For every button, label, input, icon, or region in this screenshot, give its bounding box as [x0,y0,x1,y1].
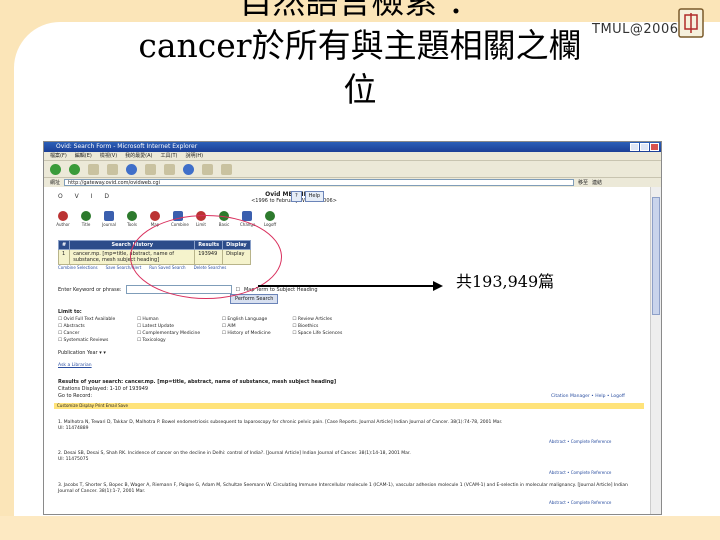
close-icon[interactable] [650,143,659,151]
limit-option[interactable]: Systematic Reviews [58,338,131,343]
menu-help[interactable]: 說明(H) [185,152,203,160]
go-button[interactable]: 移至 [578,178,588,187]
window-title: Ovid: Search Form - Microsoft Internet E… [56,143,198,150]
customize-display-bar[interactable]: Customize Display Print Email Save [54,403,644,409]
limit-option[interactable]: Review Articles [292,317,358,322]
slide-title-line-3: 位 [343,70,377,109]
ask-librarian-link[interactable]: Ask a Librarian [58,363,92,368]
go-to-record-label: Go to Record: [58,393,93,399]
combine-selections-button[interactable]: Combine Selections [58,265,98,270]
help-buttons: ? Help [291,191,325,202]
limit-options: Ovid Full Text Available Human English L… [58,317,358,343]
browser-window-screenshot: Ovid: Search Form - Microsoft Internet E… [43,141,662,515]
limit-title: Limit to: [58,309,82,315]
title-icon [81,211,91,221]
result-links[interactable]: Abstract • Complete Reference [549,500,611,505]
help-button[interactable]: Help [304,191,325,202]
menu-file[interactable]: 檔案(F) [50,152,67,160]
limit-option[interactable]: History of Medicine [222,331,286,336]
browser-menu-bar: 檔案(F) 編輯(E) 檢視(V) 我的最愛(A) 工具(T) 說明(H) [44,152,661,160]
back-icon[interactable] [50,163,61,175]
scrollbar-thumb[interactable] [652,197,660,315]
map-icon [150,211,160,221]
stop-icon[interactable] [88,163,99,175]
links-label[interactable]: 連結 [592,178,602,187]
maximize-icon[interactable] [640,143,649,151]
author-icon [58,211,68,221]
window-controls [630,143,659,151]
library-seal-icon [678,8,704,38]
publication-year-select[interactable]: ▾ ▾ [99,350,106,356]
print-icon[interactable] [221,163,232,175]
result-links[interactable]: Abstract • Complete Reference [549,470,611,475]
forward-icon[interactable] [69,163,80,175]
limit-option[interactable]: Human [137,317,216,322]
list-item[interactable]: 1. Malhotra N, Tewari D, Takkar D, Malho… [58,420,643,432]
ovid-logo: O V I D [58,193,114,200]
slide-title: 自然語言檢索 ： cancer於所有與主題相關之欄 位 [40,0,680,112]
slide-footer-band [0,516,720,540]
home-icon[interactable] [126,163,137,175]
window-title-bar: Ovid: Search Form - Microsoft Internet E… [44,142,661,152]
history-number: 1 [57,249,71,265]
publication-year-label: Publication Year [58,350,98,356]
results-header: Results of your search: cancer.mp. [mp=t… [58,379,337,385]
slide-title-line-2: cancer於所有與主題相關之欄 [138,26,582,65]
citation-manager-links[interactable]: Citation Manager • Help • Logoff [551,394,625,399]
history-icon[interactable] [183,163,194,175]
list-item[interactable]: 2. Desai SB, Desai S, Shah RK. Incidence… [58,451,643,463]
list-item[interactable]: 3. Jacobs T, Shorter S, Bopec B, Wager A… [58,483,643,495]
journal-tool[interactable]: Journal [102,211,116,227]
address-label: 網址 [50,180,61,186]
publication-year-row: Publication Year ▾ ▾ [58,350,106,356]
minimize-icon[interactable] [630,143,639,151]
limit-option[interactable]: Ovid Full Text Available [58,317,131,322]
limit-option[interactable]: Abstracts [58,324,131,329]
menu-edit[interactable]: 編輯(E) [75,152,92,160]
search-icon[interactable] [145,163,156,175]
refresh-icon[interactable] [107,163,118,175]
menu-tools[interactable]: 工具(T) [161,152,178,160]
result-citation[interactable]: 3. Jacobs T, Shorter S, Bopec B, Wager A… [58,483,643,495]
go-to-record: Go to Record: [58,393,92,399]
journal-icon [104,211,114,221]
tools-tool[interactable]: Tools [125,211,139,227]
limit-option[interactable]: Bioethics [292,324,358,329]
vertical-scrollbar[interactable] [650,187,661,514]
logoff-tool[interactable]: Logoff [263,211,277,227]
result-count-label: 共193,949篇 [456,272,555,291]
arrow-right-icon [433,281,443,291]
mail-icon[interactable] [202,163,213,175]
pointer-arrow-line [258,285,436,287]
limit-option[interactable]: Toxicology [137,338,216,343]
favorites-icon[interactable] [164,163,175,175]
limit-option[interactable]: Cancer [58,331,131,336]
browser-toolbar [44,160,661,177]
limit-option[interactable]: AIM [222,324,286,329]
menu-favorites[interactable]: 我的最愛(A) [125,152,152,160]
result-ui: UI: 11475075 [58,457,89,462]
limit-option[interactable]: English Language [222,317,286,322]
author-tool[interactable]: Author [56,211,70,227]
citations-displayed: Citations Displayed: 1-10 of 193949 [58,386,149,392]
result-links[interactable]: Abstract • Complete Reference [549,439,611,444]
help-question-button[interactable]: ? [291,191,302,202]
tools-icon [127,211,137,221]
tmul-logo-text: TMUL@2006 [592,22,679,37]
perform-search-button[interactable]: Perform Search [230,294,279,304]
address-bar: 網址 http://gateway.ovid.com/ovidweb.cgi 移… [44,177,661,187]
slide-title-line-1: 自然語言檢索 ： [239,0,481,21]
title-tool[interactable]: Title [79,211,93,227]
history-header-number: # [57,240,71,250]
logoff-icon [265,211,275,221]
menu-view[interactable]: 檢視(V) [100,152,117,160]
keyword-label: Enter Keyword or phrase: [58,286,122,293]
ovid-page: O V I D Ovid MEDLINE(R) <1996 to Februar… [44,187,650,514]
limit-option[interactable]: Space Life Sciences [292,331,358,336]
address-input[interactable]: http://gateway.ovid.com/ovidweb.cgi [64,179,575,186]
limit-option[interactable]: Complementary Medicine [137,331,216,336]
limit-option[interactable]: Latest Update [137,324,216,329]
result-ui: UI: 11474889 [58,426,89,431]
